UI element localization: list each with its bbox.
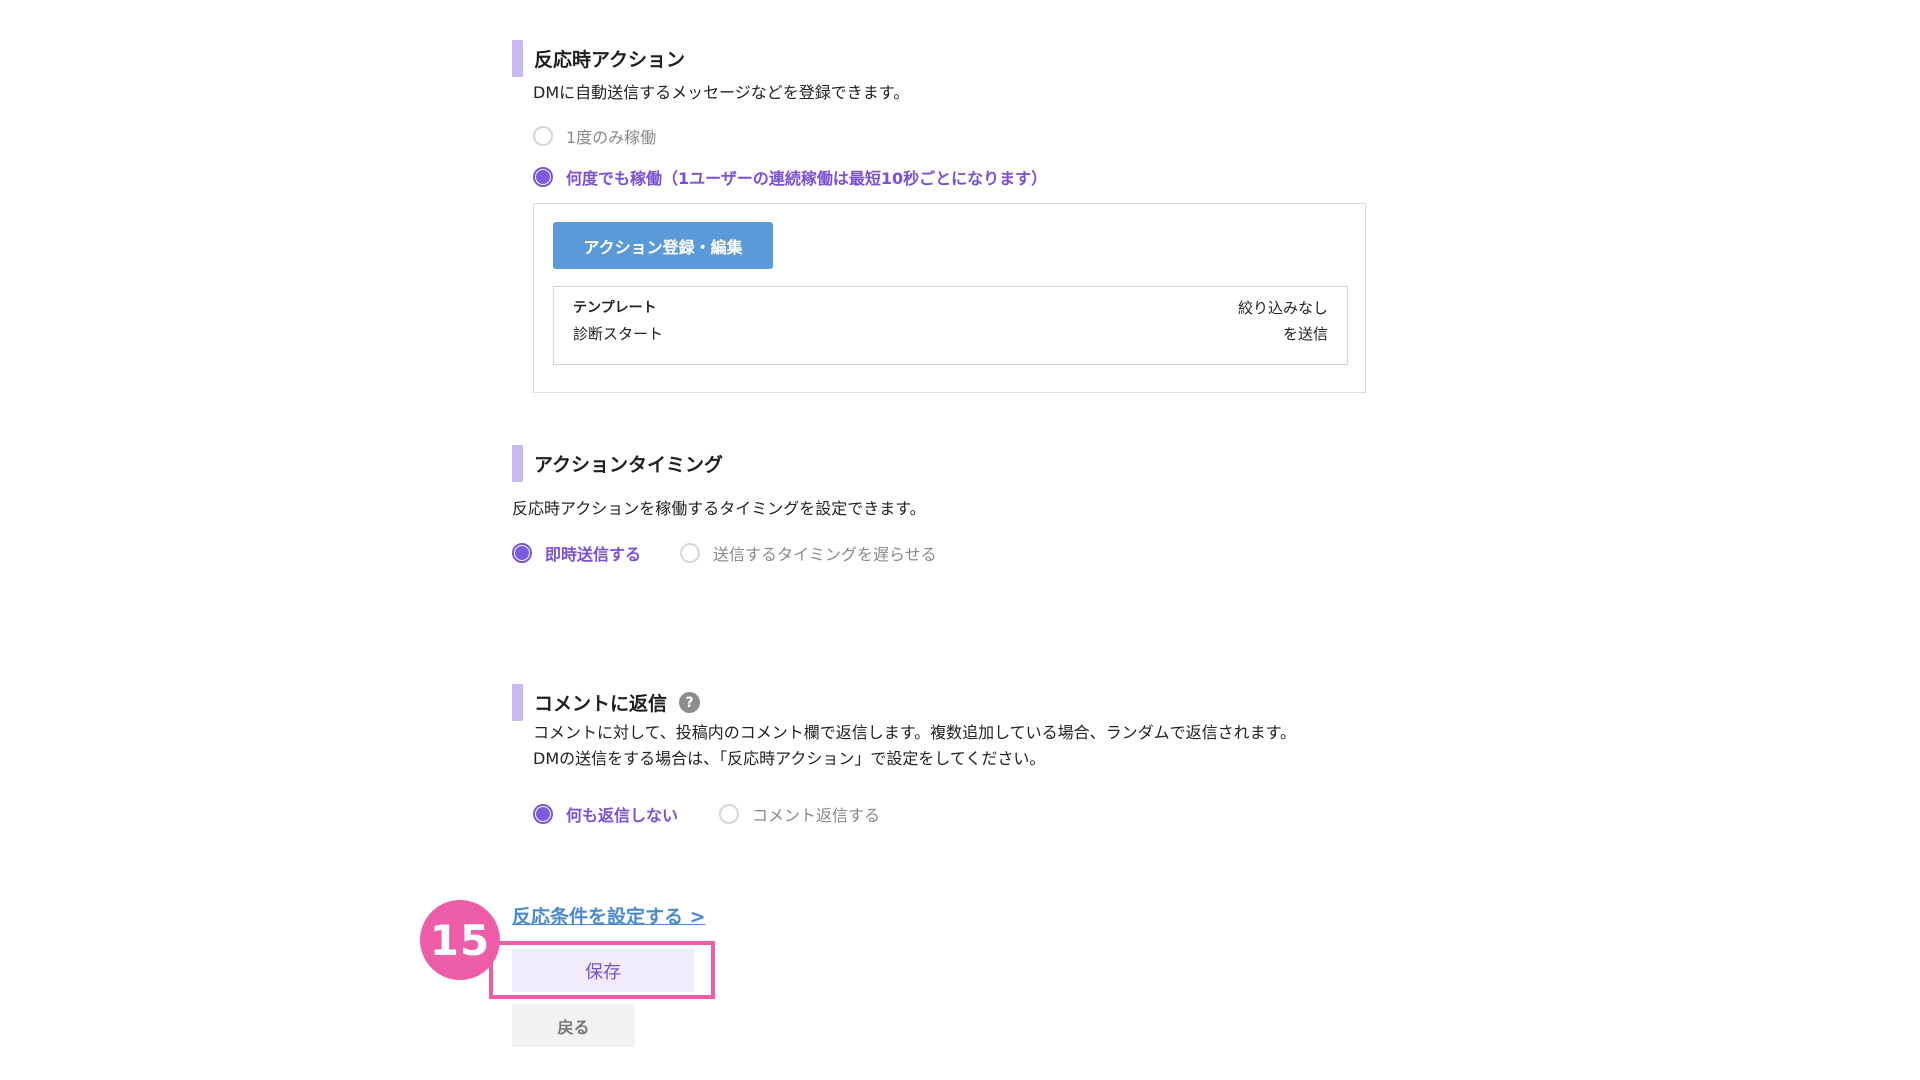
template-filter: 絞り込みなし [1237,299,1328,317]
comment-reply-description-1: コメントに対して、投稿内のコメント欄で返信します。複数追加している場合、ランダム… [533,723,1297,742]
template-send-text: を送信 [1282,325,1328,343]
action-timing-title: アクションタイミング [512,445,723,482]
action-timing-description: 反応時アクションを稼働するタイミングを設定できます。 [512,499,926,518]
radio-run-many-label: 何度でも稼働（1ユーザーの連続稼働は最短10秒ごとになります） [566,169,1048,188]
step-number-badge: 15 [420,900,500,980]
register-action-button[interactable]: アクション登録・編集 [553,222,773,269]
template-type-label: テンプレート [573,300,657,316]
reaction-action-heading: 反応時アクション [534,49,686,71]
comment-reply-description-2: DMの送信をする場合は、「反応時アクション」で設定をしてください。 [533,749,1046,768]
template-card[interactable]: テンプレート 診断スタート 絞り込みなし を送信 [553,286,1348,365]
back-button[interactable]: 戻る [512,1004,635,1047]
save-button[interactable]: 保存 [512,949,694,992]
radio-comment-reply[interactable]: コメント返信する [719,802,880,826]
comment-reply-title: コメントに返信 ? [512,684,701,721]
radio-run-many[interactable]: 何度でも稼働（1ユーザーの連続稼働は最短10秒ごとになります） [533,165,1047,189]
radio-no-reply[interactable]: 何も返信しない [533,802,678,826]
radio-button[interactable] [680,543,700,563]
radio-delay-send-label: 送信するタイミングを遅らせる [713,545,937,564]
radio-comment-reply-label: コメント返信する [752,806,881,825]
radio-run-once[interactable]: 1度のみ稼働 [533,124,656,148]
radio-send-immediately[interactable]: 即時送信する [512,541,641,565]
title-accent-bar [512,684,523,721]
radio-no-reply-label: 何も返信しない [566,806,679,825]
title-accent-bar [512,445,523,482]
template-name: 診断スタート [573,325,664,343]
action-panel: アクション登録・編集 テンプレート 診断スタート 絞り込みなし を送信 [533,203,1366,393]
comment-reply-heading: コメントに返信 [534,693,668,715]
radio-button-checked[interactable] [533,804,553,824]
help-icon[interactable]: ? [679,692,701,713]
title-accent-bar [512,40,523,77]
radio-run-once-label: 1度のみ稼働 [566,128,657,147]
radio-button[interactable] [719,804,739,824]
radio-button-checked[interactable] [533,167,553,187]
reaction-action-description: DMに自動送信するメッセージなどを登録できます。 [533,83,910,102]
radio-delay-send[interactable]: 送信するタイミングを遅らせる [680,541,937,565]
radio-send-immediately-label: 即時送信する [545,545,642,564]
radio-button[interactable] [533,126,553,146]
radio-button-checked[interactable] [512,543,532,563]
action-timing-heading: アクションタイミング [534,454,724,476]
set-reaction-condition-link[interactable]: 反応条件を設定する > [512,902,706,929]
reaction-action-title: 反応時アクション [512,40,685,77]
